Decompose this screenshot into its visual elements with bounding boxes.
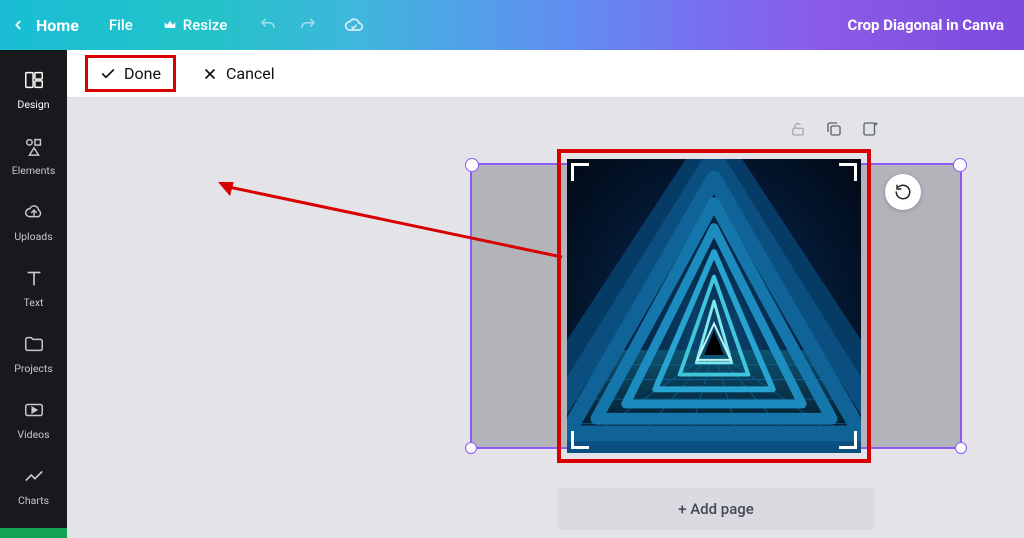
redo-button[interactable] bbox=[295, 12, 321, 38]
design-icon bbox=[21, 68, 47, 92]
sidebar-item-charts[interactable]: Charts bbox=[0, 452, 67, 518]
sidebar-item-videos[interactable]: Videos bbox=[0, 386, 67, 452]
redo-icon bbox=[299, 16, 317, 34]
top-bar: Home File Resize Crop Diagonal in Canva bbox=[0, 0, 1024, 50]
crop-handle-tl[interactable] bbox=[571, 163, 589, 181]
sidebar-label: Charts bbox=[18, 494, 49, 507]
image-content bbox=[567, 159, 861, 453]
duplicate-icon bbox=[825, 120, 843, 138]
sidebar-label: Projects bbox=[14, 362, 53, 375]
left-sidebar: Design Elements Uploads Text Projects Vi… bbox=[0, 50, 67, 538]
rotate-button[interactable] bbox=[885, 174, 921, 210]
undo-button[interactable] bbox=[255, 12, 281, 38]
uploads-icon bbox=[21, 200, 47, 224]
done-label: Done bbox=[124, 64, 161, 83]
resize-menu[interactable]: Resize bbox=[163, 16, 227, 34]
done-highlight: Done bbox=[85, 55, 176, 92]
canvas-area[interactable]: + Add page bbox=[67, 98, 1024, 538]
undo-icon bbox=[259, 16, 277, 34]
videos-icon bbox=[21, 398, 47, 422]
lock-open-icon bbox=[789, 120, 807, 138]
crop-handle-bl[interactable] bbox=[571, 431, 589, 449]
check-icon bbox=[100, 66, 116, 82]
add-button[interactable] bbox=[859, 118, 881, 140]
crop-handle-br[interactable] bbox=[839, 431, 857, 449]
crop-action-bar: Done Cancel bbox=[0, 50, 1024, 98]
sidebar-item-design[interactable]: Design bbox=[0, 56, 67, 122]
resize-label: Resize bbox=[183, 16, 227, 34]
sidebar-label: Uploads bbox=[14, 230, 52, 243]
file-menu[interactable]: File bbox=[109, 16, 133, 34]
resize-handle-br[interactable] bbox=[955, 442, 967, 454]
charts-icon bbox=[21, 464, 47, 488]
crown-icon bbox=[163, 18, 177, 32]
back-button[interactable] bbox=[6, 18, 30, 32]
element-toolbar bbox=[787, 118, 881, 140]
sidebar-bottom-accent bbox=[0, 528, 67, 538]
new-page-icon bbox=[861, 120, 879, 138]
projects-icon bbox=[21, 332, 47, 356]
chevron-left-icon bbox=[11, 18, 25, 32]
sidebar-item-uploads[interactable]: Uploads bbox=[0, 188, 67, 254]
sidebar-item-elements[interactable]: Elements bbox=[0, 122, 67, 188]
sidebar-label: Design bbox=[17, 98, 49, 111]
duplicate-button[interactable] bbox=[823, 118, 845, 140]
sidebar-label: Videos bbox=[17, 428, 49, 441]
elements-icon bbox=[21, 134, 47, 158]
home-link[interactable]: Home bbox=[36, 16, 79, 35]
sidebar-label: Text bbox=[24, 296, 44, 309]
cloud-sync-button[interactable] bbox=[341, 12, 367, 38]
cloud-check-icon bbox=[344, 15, 364, 35]
sidebar-item-text[interactable]: Text bbox=[0, 254, 67, 320]
close-icon bbox=[202, 66, 218, 82]
rotate-icon bbox=[894, 183, 912, 201]
crop-region[interactable] bbox=[567, 159, 861, 453]
add-page-label: + Add page bbox=[678, 500, 754, 518]
crop-handle-tr[interactable] bbox=[839, 163, 857, 181]
add-page-button[interactable]: + Add page bbox=[557, 488, 875, 530]
text-icon bbox=[21, 266, 47, 290]
sidebar-item-projects[interactable]: Projects bbox=[0, 320, 67, 386]
crop-highlight bbox=[557, 149, 871, 463]
sidebar-label: Elements bbox=[12, 164, 56, 177]
resize-handle-bl[interactable] bbox=[465, 442, 477, 454]
cancel-label: Cancel bbox=[226, 64, 275, 83]
done-button[interactable]: Done bbox=[90, 58, 171, 89]
lock-button[interactable] bbox=[787, 118, 809, 140]
cancel-button[interactable]: Cancel bbox=[192, 58, 285, 89]
document-title[interactable]: Crop Diagonal in Canva bbox=[848, 16, 1005, 34]
